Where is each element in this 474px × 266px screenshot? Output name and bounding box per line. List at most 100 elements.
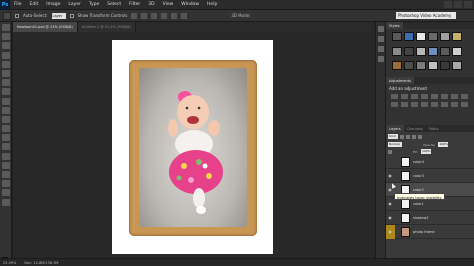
info-icon[interactable] — [377, 46, 384, 52]
tab-styles[interactable]: Styles — [386, 22, 403, 29]
lock-icon[interactable] — [388, 149, 392, 154]
minimize-icon[interactable] — [444, 1, 452, 8]
brightness-contrast-icon[interactable] — [391, 94, 398, 99]
style-swatch[interactable] — [416, 32, 426, 41]
pixel-filter-icon[interactable] — [400, 134, 404, 139]
shape-filter-icon[interactable] — [418, 134, 422, 139]
vibrance-icon[interactable] — [431, 94, 438, 99]
adjustment-filter-icon[interactable] — [406, 134, 410, 139]
align-middle-icon[interactable] — [141, 12, 148, 19]
zoom-level[interactable]: 25.09% — [3, 261, 16, 265]
menu-edit[interactable]: Edit — [26, 2, 43, 7]
lasso-tool-icon[interactable] — [1, 42, 10, 50]
threshold-icon[interactable] — [441, 102, 448, 107]
color-balance-icon[interactable] — [451, 94, 458, 99]
eye-icon[interactable]: ◉ — [387, 229, 393, 235]
clone-stamp-tool-icon[interactable] — [1, 97, 10, 105]
marquee-tool-icon[interactable] — [1, 33, 10, 41]
layer-row[interactable]: ◉ photo frame — [386, 225, 474, 239]
layer-name[interactable]: photo frame — [413, 230, 435, 234]
invert-icon[interactable] — [421, 102, 428, 107]
menu-filter[interactable]: Filter — [125, 2, 144, 7]
show-transform-checkbox[interactable] — [69, 13, 74, 18]
crop-tool-icon[interactable] — [1, 60, 10, 68]
menu-layer[interactable]: Layer — [64, 2, 85, 7]
align-center-icon[interactable] — [171, 12, 178, 19]
properties-icon[interactable] — [377, 36, 384, 42]
style-swatch[interactable] — [452, 32, 462, 41]
canvas-area[interactable] — [13, 32, 375, 258]
maximize-icon[interactable] — [454, 1, 462, 8]
style-swatch[interactable] — [392, 46, 402, 56]
gradient-tool-icon[interactable] — [1, 125, 10, 133]
menu-window[interactable]: Window — [177, 2, 203, 7]
quick-select-tool-icon[interactable] — [1, 51, 10, 59]
levels-icon[interactable] — [401, 94, 408, 99]
zoom-tool-icon[interactable] — [1, 198, 10, 206]
style-swatch[interactable] — [404, 46, 414, 56]
blur-tool-icon[interactable] — [1, 134, 10, 142]
style-swatch[interactable] — [416, 61, 426, 71]
tab-untitled[interactable]: Untitled-1 @ 51.2% (RGB/8) — [77, 22, 136, 32]
style-swatch[interactable] — [452, 61, 462, 71]
layer-kind-filter[interactable]: Kind — [388, 134, 398, 139]
style-swatch[interactable] — [440, 61, 450, 71]
brush-tool-icon[interactable] — [1, 88, 10, 96]
tab-channels[interactable]: Channels — [404, 125, 426, 132]
move-tool-icon[interactable] — [1, 24, 10, 31]
style-swatch[interactable] — [404, 61, 414, 71]
align-left-icon[interactable] — [161, 12, 168, 19]
gradient-map-icon[interactable] — [451, 102, 458, 107]
history-icon[interactable] — [377, 26, 384, 32]
eye-icon[interactable]: ◉ — [387, 201, 393, 207]
style-swatch[interactable] — [452, 46, 462, 56]
tab-newborn[interactable]: Newborn01.psd @ 24% (RGB/8) — [13, 22, 78, 32]
paragraph-icon[interactable] — [377, 56, 384, 62]
type-filter-icon[interactable] — [412, 134, 416, 139]
blend-mode-dropdown[interactable]: Normal — [388, 142, 402, 147]
menu-3d[interactable]: 3D — [144, 2, 158, 7]
menu-help[interactable]: Help — [203, 2, 221, 7]
align-right-icon[interactable] — [181, 12, 188, 19]
layer-row[interactable]: ◉ color3 — [386, 169, 474, 183]
style-swatch[interactable] — [428, 32, 438, 41]
align-top-icon[interactable] — [131, 12, 138, 19]
style-swatch[interactable] — [428, 61, 438, 71]
style-swatch[interactable] — [440, 32, 450, 41]
tab-paths[interactable]: Paths — [426, 125, 442, 132]
layer-name[interactable]: color4 — [413, 160, 424, 164]
eraser-tool-icon[interactable] — [1, 115, 10, 123]
black-white-icon[interactable] — [461, 94, 468, 99]
layer-name[interactable]: color1 — [413, 202, 424, 206]
menu-view[interactable]: View — [159, 2, 178, 7]
layer-row[interactable]: ◉ shadow2 — [386, 211, 474, 225]
shape-tool-icon[interactable] — [1, 180, 10, 188]
align-bottom-icon[interactable] — [151, 12, 158, 19]
style-swatch[interactable] — [392, 32, 402, 41]
hand-tool-icon[interactable] — [1, 189, 10, 197]
layer-name[interactable]: shadow2 — [413, 216, 429, 220]
opacity-input[interactable]: 100% — [438, 142, 449, 147]
menu-select[interactable]: Select — [103, 2, 125, 7]
style-swatch[interactable] — [428, 46, 438, 56]
tab-adjustments[interactable]: Adjustments — [386, 77, 414, 84]
layer-row[interactable]: color4 — [386, 155, 474, 169]
style-swatch[interactable] — [440, 46, 450, 56]
auto-select-checkbox[interactable] — [15, 13, 19, 18]
channel-mixer-icon[interactable] — [401, 102, 408, 107]
pen-tool-icon[interactable] — [1, 152, 10, 160]
path-select-tool-icon[interactable] — [1, 171, 10, 178]
document-canvas[interactable] — [112, 40, 273, 254]
photo-filter-icon[interactable] — [391, 102, 398, 107]
type-tool-icon[interactable] — [1, 161, 10, 169]
workspace-switcher[interactable]: Photoshop Video Academy — [396, 12, 456, 19]
exposure-icon[interactable] — [421, 94, 428, 99]
style-swatch[interactable] — [416, 46, 426, 56]
close-icon[interactable] — [464, 1, 472, 8]
hue-saturation-icon[interactable] — [441, 94, 448, 99]
menu-file[interactable]: File — [10, 2, 26, 7]
menu-type[interactable]: Type — [85, 2, 103, 7]
selective-color-icon[interactable] — [461, 102, 468, 107]
eye-icon[interactable]: ◉ — [387, 173, 393, 179]
layer-name[interactable]: color2 — [413, 188, 424, 192]
